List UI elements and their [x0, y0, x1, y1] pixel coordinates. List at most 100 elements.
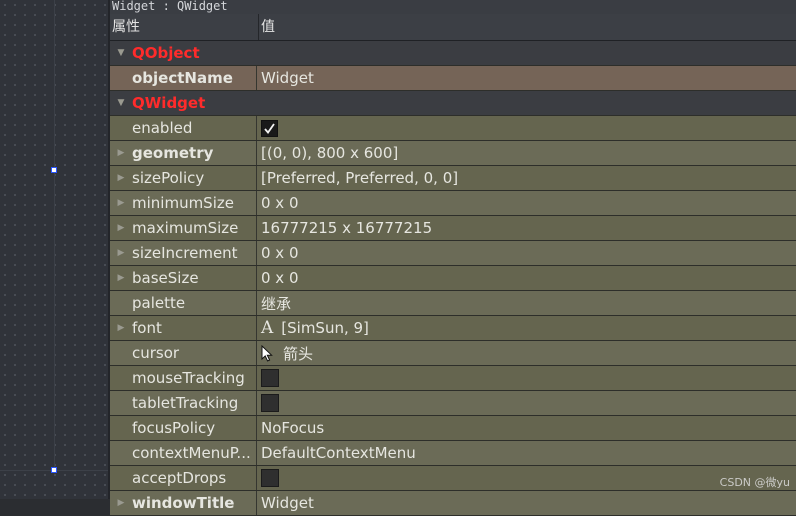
property-row-objectname[interactable]: objectName Widget	[110, 66, 796, 91]
property-row-enabled[interactable]: enabled	[110, 116, 796, 141]
property-name-cell[interactable]: objectName	[110, 66, 257, 90]
property-value-cell[interactable]: 箭头	[257, 341, 796, 365]
form-canvas[interactable]	[0, 0, 108, 499]
property-row-windowtitle[interactable]: ▶ windowTitle Widget	[110, 491, 796, 516]
group-row-qwidget[interactable]: ▼ QWidget	[110, 91, 796, 116]
property-name-cell[interactable]: ▶ geometry	[110, 141, 257, 165]
property-value: [SimSun, 9]	[281, 319, 369, 337]
property-row-minimumsize[interactable]: ▶ minimumSize 0 x 0	[110, 191, 796, 216]
expand-arrow-icon[interactable]: ▶	[110, 148, 132, 158]
expand-arrow-icon[interactable]: ▶	[110, 498, 132, 508]
property-row-focuspolicy[interactable]: focusPolicy NoFocus	[110, 416, 796, 441]
expand-arrow-icon[interactable]: ▶	[110, 173, 132, 183]
property-row-palette[interactable]: palette 继承	[110, 291, 796, 316]
property-name-cell[interactable]: ▼ QWidget	[110, 91, 257, 115]
property-value-cell[interactable]: 继承	[257, 291, 796, 315]
property-value-cell[interactable]	[257, 366, 796, 390]
checkmark-icon	[264, 122, 275, 134]
property-row-font[interactable]: ▶ font A [SimSun, 9]	[110, 316, 796, 341]
property-name: objectName	[132, 69, 233, 87]
header-value[interactable]: 值	[259, 14, 275, 40]
property-name-cell[interactable]: contextMenuP...	[110, 441, 257, 465]
property-row-geometry[interactable]: ▶ geometry [(0, 0), 800 x 600]	[110, 141, 796, 166]
font-icon: A	[261, 318, 274, 338]
property-row-maximumsize[interactable]: ▶ maximumSize 16777215 x 16777215	[110, 216, 796, 241]
property-row-acceptdrops[interactable]: acceptDrops	[110, 466, 796, 491]
header-property[interactable]: 属性	[110, 14, 259, 40]
property-name-cell[interactable]: focusPolicy	[110, 416, 257, 440]
group-value-cell	[257, 91, 796, 115]
resize-handle-bottom-right[interactable]	[51, 467, 57, 473]
property-list: ▼ QObject objectName Widget ▼ QWidget enabled ▶…	[110, 41, 796, 516]
property-name: baseSize	[132, 269, 199, 287]
property-name-cell[interactable]: ▶ windowTitle	[110, 491, 257, 515]
property-name-cell[interactable]: enabled	[110, 116, 257, 140]
property-value: Widget	[261, 494, 314, 512]
property-table-header: 属性 值	[110, 14, 796, 41]
property-value-cell[interactable]: Widget	[257, 66, 796, 90]
property-name: maximumSize	[132, 219, 239, 237]
property-value: [Preferred, Preferred, 0, 0]	[261, 169, 459, 187]
property-name: geometry	[132, 144, 214, 162]
property-value-cell[interactable]	[257, 391, 796, 415]
group-row-qobject[interactable]: ▼ QObject	[110, 41, 796, 66]
object-title: Widget : QWidget	[110, 0, 796, 14]
property-value-cell[interactable]: DefaultContextMenu	[257, 441, 796, 465]
property-name-cell[interactable]: ▼ QObject	[110, 41, 257, 65]
property-name-cell[interactable]: ▶ sizePolicy	[110, 166, 257, 190]
group-label: QWidget	[132, 94, 206, 112]
property-value-cell[interactable]: 0 x 0	[257, 241, 796, 265]
property-name-cell[interactable]: ▶ maximumSize	[110, 216, 257, 240]
property-name-cell[interactable]: cursor	[110, 341, 257, 365]
property-name: sizeIncrement	[132, 244, 238, 262]
property-value-cell[interactable]: Widget	[257, 491, 796, 515]
property-value: 0 x 0	[261, 194, 299, 212]
collapse-arrow-icon[interactable]: ▼	[110, 98, 132, 108]
expand-arrow-icon[interactable]: ▶	[110, 248, 132, 258]
property-row-mousetracking[interactable]: mouseTracking	[110, 366, 796, 391]
property-name-cell[interactable]: acceptDrops	[110, 466, 257, 490]
property-name-cell[interactable]: tabletTracking	[110, 391, 257, 415]
resize-handle-right[interactable]	[51, 167, 57, 173]
checkbox-unchecked[interactable]	[261, 394, 279, 412]
property-value-cell[interactable]: 16777215 x 16777215	[257, 216, 796, 240]
property-value-cell[interactable]: A [SimSun, 9]	[257, 316, 796, 340]
property-row-contextmenup[interactable]: contextMenuP... DefaultContextMenu	[110, 441, 796, 466]
checkbox-checked[interactable]	[261, 119, 278, 137]
property-value-cell[interactable]: [(0, 0), 800 x 600]	[257, 141, 796, 165]
property-value-cell[interactable]	[257, 466, 796, 490]
property-value: DefaultContextMenu	[261, 444, 416, 462]
property-row-cursor[interactable]: cursor 箭头	[110, 341, 796, 366]
expand-arrow-icon[interactable]: ▶	[110, 198, 132, 208]
property-value-cell[interactable]	[257, 116, 796, 140]
property-row-sizepolicy[interactable]: ▶ sizePolicy [Preferred, Preferred, 0, 0]	[110, 166, 796, 191]
property-name-cell[interactable]: ▶ sizeIncrement	[110, 241, 257, 265]
property-name-cell[interactable]: ▶ baseSize	[110, 266, 257, 290]
property-value-cell[interactable]: 0 x 0	[257, 266, 796, 290]
property-value-cell[interactable]: 0 x 0	[257, 191, 796, 215]
property-value-cell[interactable]: NoFocus	[257, 416, 796, 440]
expand-arrow-icon[interactable]: ▶	[110, 273, 132, 283]
property-name-cell[interactable]: ▶ font	[110, 316, 257, 340]
property-name-cell[interactable]: ▶ minimumSize	[110, 191, 257, 215]
property-name: sizePolicy	[132, 169, 205, 187]
property-name: tabletTracking	[132, 394, 239, 412]
property-row-basesize[interactable]: ▶ baseSize 0 x 0	[110, 266, 796, 291]
property-name: contextMenuP...	[132, 444, 251, 462]
expand-arrow-icon[interactable]: ▶	[110, 223, 132, 233]
property-value: 0 x 0	[261, 269, 299, 287]
property-value: [(0, 0), 800 x 600]	[261, 144, 399, 162]
property-row-tablettracking[interactable]: tabletTracking	[110, 391, 796, 416]
expand-arrow-icon[interactable]: ▶	[110, 323, 132, 333]
property-value-cell[interactable]: [Preferred, Preferred, 0, 0]	[257, 166, 796, 190]
checkbox-unchecked[interactable]	[261, 469, 279, 487]
checkbox-unchecked[interactable]	[261, 369, 279, 387]
property-value: NoFocus	[261, 419, 325, 437]
property-name-cell[interactable]: palette	[110, 291, 257, 315]
collapse-arrow-icon[interactable]: ▼	[110, 48, 132, 58]
property-value: 箭头	[283, 344, 314, 363]
property-name: focusPolicy	[132, 419, 216, 437]
property-row-sizeincrement[interactable]: ▶ sizeIncrement 0 x 0	[110, 241, 796, 266]
property-name-cell[interactable]: mouseTracking	[110, 366, 257, 390]
property-name: enabled	[132, 119, 193, 137]
